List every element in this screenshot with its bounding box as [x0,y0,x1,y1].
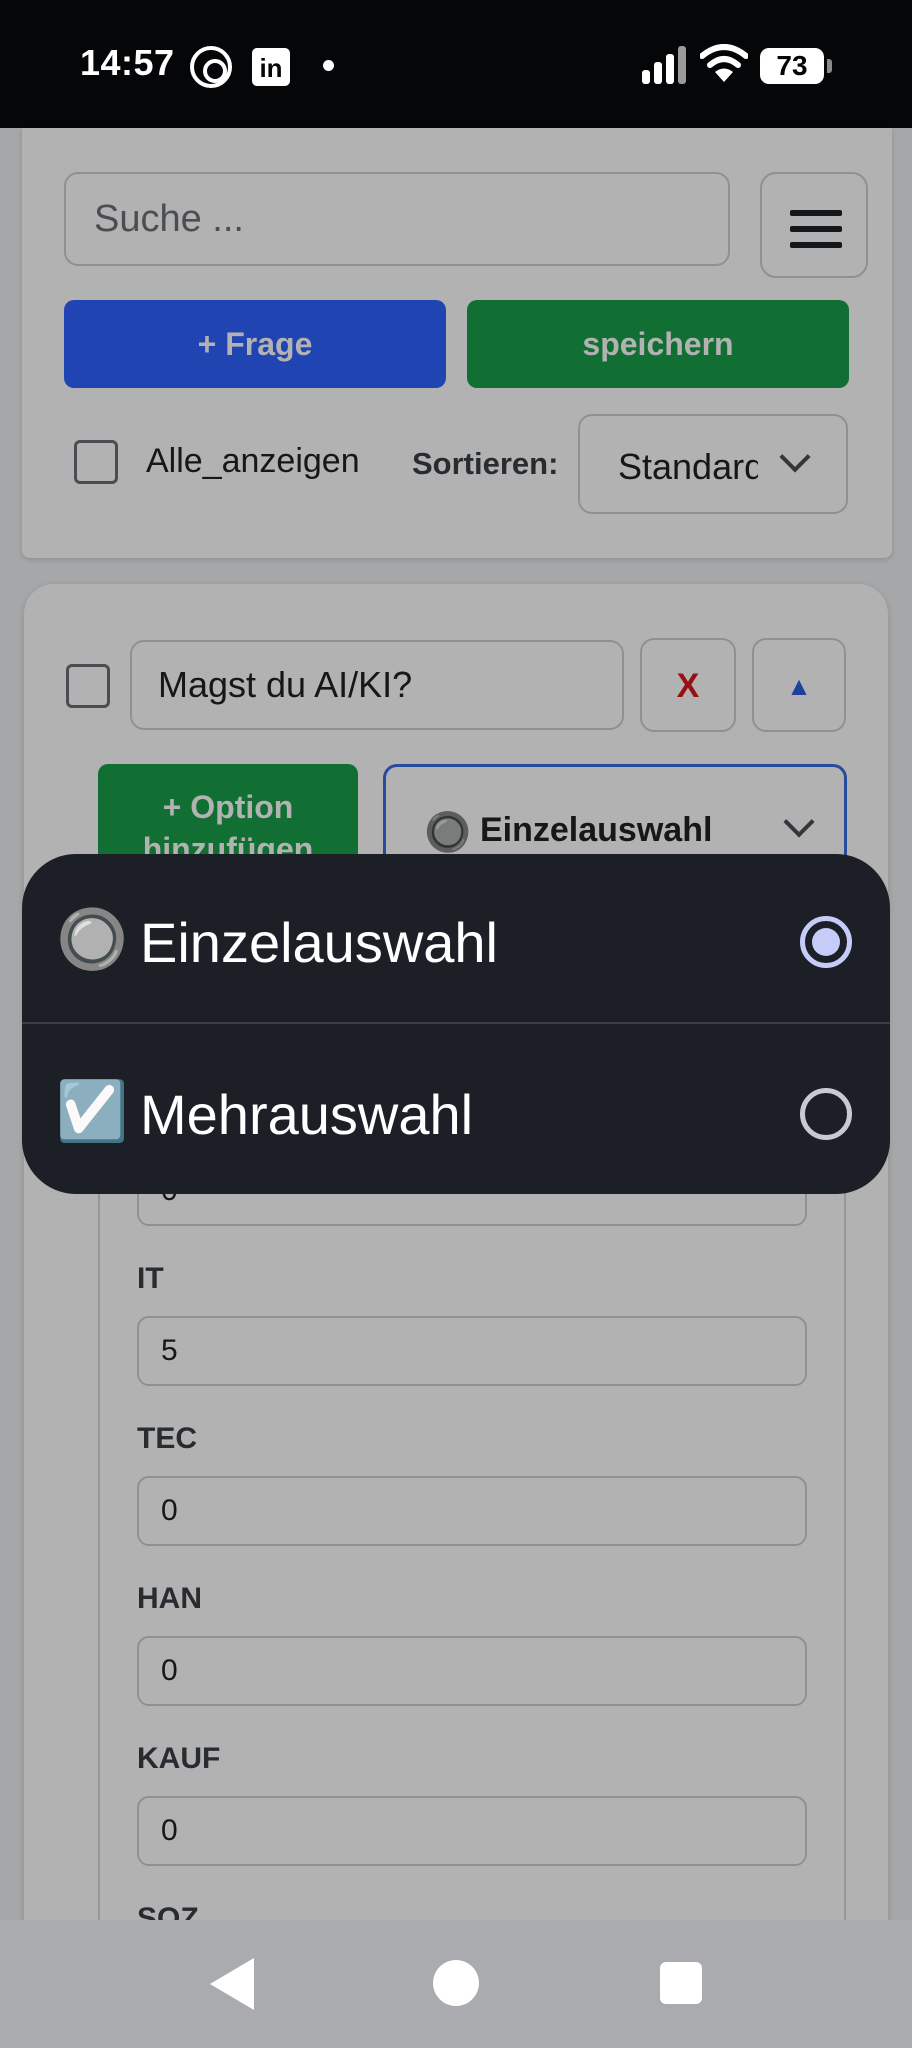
dropdown-option-label: Mehrauswahl [140,1083,474,1146]
home-icon[interactable] [433,1960,479,2006]
selected-radio-icon[interactable] [800,916,852,968]
dropdown-option-label: Einzelauswahl [140,911,498,974]
dropdown-option-einzelauswahl[interactable]: 🔘 Einzelauswahl [22,854,890,1024]
wifi-icon [700,44,748,82]
threads-icon [190,46,232,88]
clock: 14:57 [80,42,175,83]
question-type-dropdown: 🔘 Einzelauswahl ☑️ Mehrauswahl [22,854,890,1194]
battery-icon: 73 [760,48,832,84]
notification-dot-icon [323,60,334,71]
signal-icon [642,46,686,84]
dropdown-option-mehrauswahl[interactable]: ☑️ Mehrauswahl [22,1026,890,1194]
checkbox-checked-icon: ☑️ [56,1079,129,1144]
back-icon[interactable] [210,1958,254,2010]
recents-icon[interactable] [660,1962,702,2004]
radio-button-icon: 🔘 [56,907,129,972]
status-bar: 14:57 in 73 [0,0,912,128]
linkedin-icon: in [252,48,290,86]
navigation-bar [0,1920,912,2048]
unselected-radio-icon[interactable] [800,1088,852,1140]
